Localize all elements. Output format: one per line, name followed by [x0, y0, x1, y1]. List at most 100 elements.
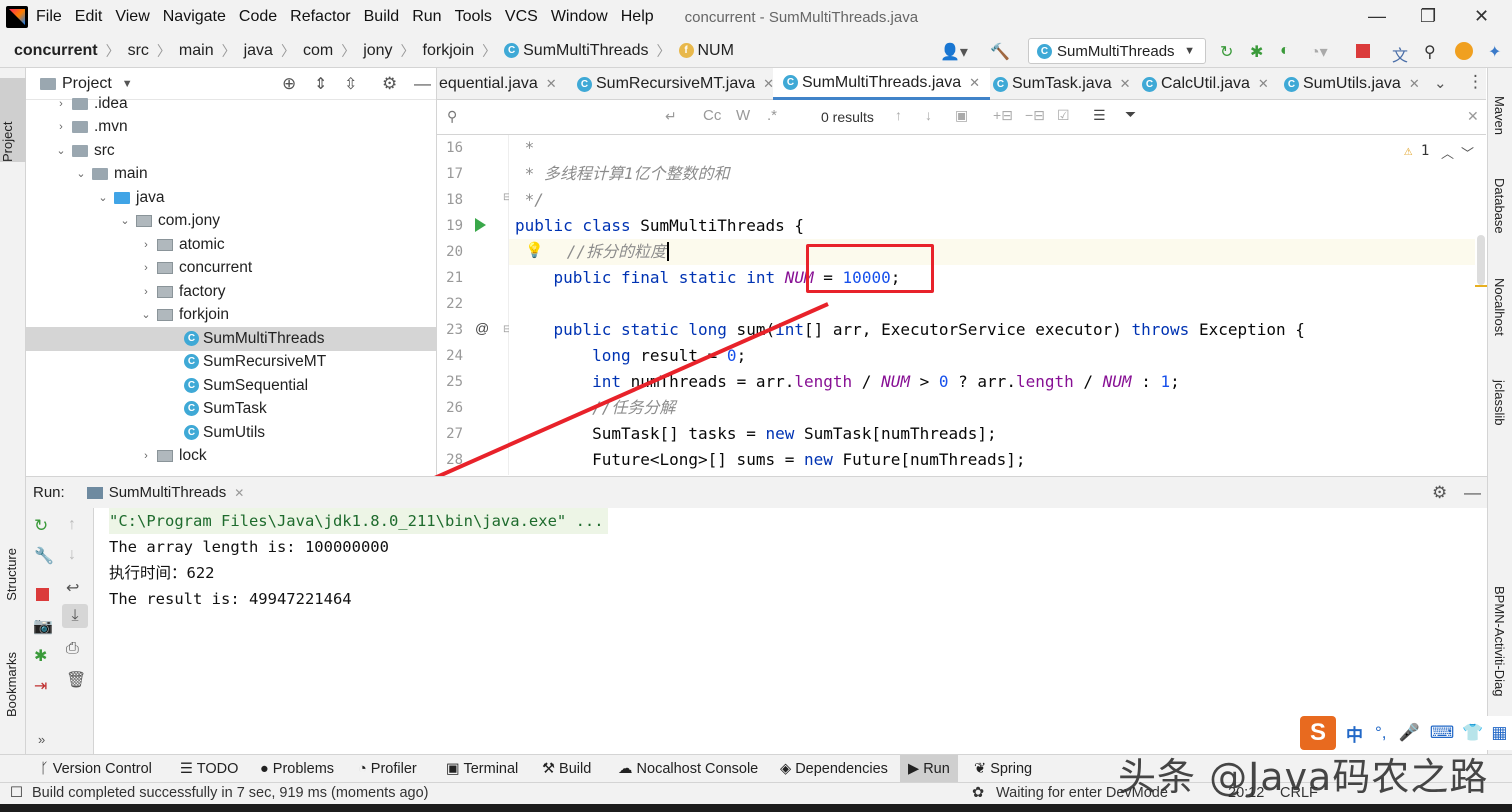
- run-gutter-icon[interactable]: [475, 218, 486, 232]
- chevron-up-icon[interactable]: ︿: [1441, 143, 1454, 162]
- words-icon[interactable]: W: [736, 107, 750, 124]
- close-icon[interactable]: ✕: [234, 486, 244, 500]
- more-icon[interactable]: ⋮: [1467, 72, 1484, 92]
- menu-vcs[interactable]: VCS: [505, 8, 538, 26]
- tree-item-lock[interactable]: › lock: [26, 444, 437, 468]
- tree-item-sumsequential[interactable]: C SumSequential: [26, 374, 437, 398]
- menu-window[interactable]: Window: [551, 8, 608, 26]
- chevron-down-icon[interactable]: ▼: [122, 78, 133, 90]
- filter-lines-icon[interactable]: ☰: [1093, 107, 1106, 124]
- regex-icon[interactable]: .*: [767, 107, 777, 124]
- menu-file[interactable]: File: [36, 8, 62, 26]
- menu-view[interactable]: View: [115, 8, 149, 26]
- tab-calcutil[interactable]: C CalcUtil.java ✕: [1142, 68, 1269, 100]
- add-occurrence-icon[interactable]: +⊟: [993, 107, 1013, 124]
- exit-icon[interactable]: ⇥: [34, 676, 47, 696]
- menu-code[interactable]: Code: [239, 8, 277, 26]
- console-output[interactable]: "C:\Program Files\Java\jdk1.8.0_211\bin\…: [94, 508, 1487, 754]
- menu-navigate[interactable]: Navigate: [163, 8, 226, 26]
- override-gutter-icon[interactable]: @: [475, 320, 489, 336]
- tree-item-sumrecursivemt[interactable]: C SumRecursiveMT: [26, 350, 437, 374]
- skin-icon[interactable]: 👕: [1462, 723, 1483, 743]
- tool-terminal[interactable]: ▣ Terminal: [446, 761, 518, 777]
- breadcrumb-java[interactable]: java: [244, 42, 273, 60]
- microphone-icon[interactable]: 🎤: [1399, 723, 1420, 743]
- user-icon[interactable]: 👤▾: [940, 42, 968, 62]
- tree-item-main[interactable]: ⌄ main: [26, 162, 437, 186]
- filter-icon[interactable]: ⏷: [1125, 106, 1136, 123]
- tree-item-factory[interactable]: › factory: [26, 280, 437, 304]
- tab-sumrecursivemt[interactable]: C SumRecursiveMT.java ✕: [577, 68, 774, 100]
- keyboard-icon[interactable]: ⌨: [1430, 723, 1455, 743]
- gear-icon[interactable]: ⚙: [1432, 483, 1447, 503]
- find-input[interactable]: [467, 106, 677, 128]
- rerun-icon[interactable]: ↻: [34, 516, 48, 536]
- tree-item-idea[interactable]: › .idea: [26, 92, 437, 116]
- close-icon[interactable]: ✕: [1120, 76, 1131, 92]
- more-icon[interactable]: »: [38, 732, 45, 747]
- tree-item-atomic[interactable]: › atomic: [26, 233, 437, 257]
- breadcrumb-field[interactable]: NUM: [698, 42, 734, 60]
- close-icon[interactable]: ✕: [1258, 76, 1269, 92]
- tab-bookmarks[interactable]: Bookmarks: [4, 652, 19, 717]
- tree-item-java[interactable]: ⌄ java: [26, 186, 437, 210]
- tool-run[interactable]: ▶ Run: [900, 755, 958, 783]
- debug-icon[interactable]: ✱: [1250, 42, 1263, 62]
- punctuation-icon[interactable]: °,: [1375, 723, 1387, 743]
- close-icon[interactable]: ✕: [969, 75, 980, 91]
- breadcrumb-jony[interactable]: jony: [363, 42, 392, 60]
- breadcrumb-forkjoin[interactable]: forkjoin: [423, 42, 475, 60]
- soft-wrap-icon[interactable]: ↩: [66, 578, 79, 598]
- scroll-to-end-icon[interactable]: ⤓: [62, 604, 88, 628]
- tree-item-summultithreads[interactable]: C SumMultiThreads: [26, 327, 437, 351]
- tab-database[interactable]: Database: [1492, 178, 1507, 234]
- tree-item-concurrent[interactable]: › concurrent: [26, 256, 437, 280]
- search-icon[interactable]: ⚲: [447, 108, 457, 125]
- project-panel-title[interactable]: Project: [62, 75, 112, 93]
- breadcrumb-com[interactable]: com: [303, 42, 333, 60]
- tab-sumtask[interactable]: C SumTask.java ✕: [993, 68, 1131, 100]
- hide-icon[interactable]: —: [414, 74, 431, 94]
- next-occurrence-icon[interactable]: ↓: [925, 107, 932, 123]
- tree-item-mvn[interactable]: › .mvn: [26, 115, 437, 139]
- match-case-icon[interactable]: Cc: [703, 107, 721, 124]
- expand-all-icon[interactable]: ⇕: [314, 74, 327, 94]
- tab-bpmn[interactable]: BPMN-Activiti-Diag: [1492, 586, 1507, 697]
- menu-tools[interactable]: Tools: [455, 8, 492, 26]
- tab-sumsequential[interactable]: equential.java ✕: [439, 68, 557, 100]
- newline-icon[interactable]: ↵: [665, 108, 677, 125]
- hammer-build-icon[interactable]: 🔨: [990, 42, 1010, 62]
- tool-problems[interactable]: ● Problems: [260, 761, 334, 777]
- print-icon[interactable]: ⎙: [66, 640, 79, 658]
- ime-language[interactable]: 中: [1346, 721, 1363, 746]
- menu-build[interactable]: Build: [364, 8, 400, 26]
- tree-item-src[interactable]: ⌄ src: [26, 139, 437, 163]
- remove-occurrence-icon[interactable]: −⊟: [1025, 107, 1045, 124]
- chevron-down-icon[interactable]: ⌄: [1434, 74, 1447, 92]
- plugin-icon[interactable]: ✦: [1488, 42, 1501, 62]
- run-tab-title[interactable]: SumMultiThreads: [109, 484, 227, 501]
- translate-icon[interactable]: 文: [1392, 42, 1408, 66]
- locate-icon[interactable]: ⊕: [282, 74, 296, 94]
- chevron-down-icon[interactable]: ﹀: [1461, 143, 1474, 162]
- gear-icon[interactable]: ⚙: [382, 74, 397, 94]
- up-icon[interactable]: ↑: [68, 516, 76, 534]
- debug-icon[interactable]: ✱: [34, 646, 47, 666]
- trash-icon[interactable]: 🗑: [66, 670, 86, 690]
- tool-version-control[interactable]: ᚴ Version Control: [40, 761, 152, 777]
- status-checkbox-icon[interactable]: ☐: [10, 785, 23, 801]
- tool-spring[interactable]: ❦ Spring: [974, 761, 1032, 777]
- tree-item-sumtask[interactable]: C SumTask: [26, 397, 437, 421]
- tree-item-sumutils[interactable]: C SumUtils: [26, 421, 437, 445]
- menu-refactor[interactable]: Refactor: [290, 8, 350, 26]
- select-occurrences-icon[interactable]: ☑: [1057, 107, 1070, 124]
- breadcrumb-class[interactable]: SumMultiThreads: [523, 42, 648, 60]
- stop-icon[interactable]: [36, 588, 49, 601]
- close-icon[interactable]: ✕: [1467, 108, 1479, 125]
- tab-maven[interactable]: Maven: [1492, 96, 1507, 135]
- tool-build[interactable]: ⚒ Build: [542, 761, 591, 777]
- profile-icon[interactable]: ◔▾: [1310, 42, 1328, 62]
- lightbulb-icon[interactable]: 💡: [525, 241, 544, 259]
- code-editor[interactable]: * * 多线程计算1亿个整数的和 */ public class SumMult…: [509, 135, 1475, 475]
- menu-edit[interactable]: Edit: [75, 8, 103, 26]
